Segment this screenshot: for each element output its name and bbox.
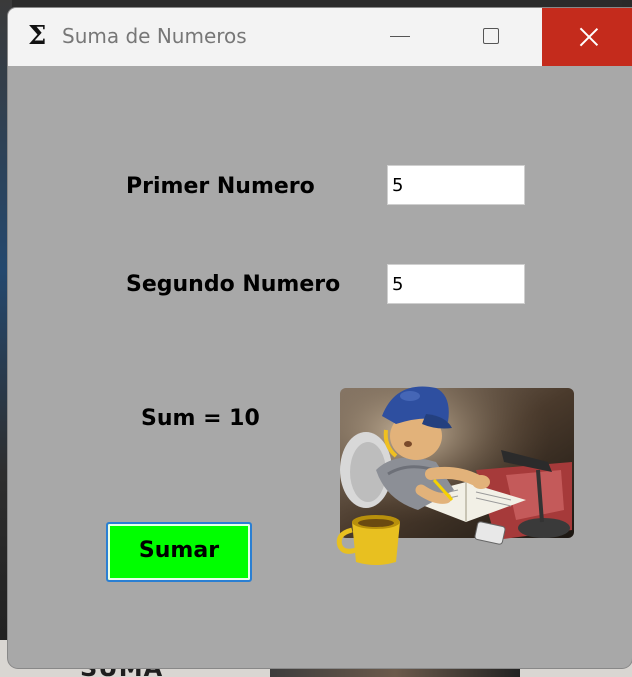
maximize-button[interactable] <box>450 8 530 66</box>
sigma-icon: Σ <box>28 21 47 51</box>
sum-result-label: Sum = 10 <box>141 406 260 431</box>
minimize-button[interactable] <box>360 8 440 66</box>
student-studying-image <box>336 386 574 565</box>
close-button[interactable] <box>542 8 632 66</box>
app-window: Σ Suma de Numeros Primer Numero 5 Segund… <box>8 8 632 668</box>
segundo-numero-label: Segundo Numero <box>126 272 341 297</box>
primer-numero-label: Primer Numero <box>126 174 315 199</box>
primer-numero-input[interactable]: 5 <box>387 165 525 205</box>
close-icon <box>578 26 600 48</box>
title-bar[interactable]: Σ Suma de Numeros <box>8 8 632 66</box>
segundo-numero-input[interactable]: 5 <box>387 264 525 304</box>
window-title: Suma de Numeros <box>62 24 247 48</box>
minimize-icon <box>390 36 410 37</box>
maximize-icon <box>483 28 499 44</box>
sumar-button[interactable]: Sumar <box>106 522 252 582</box>
